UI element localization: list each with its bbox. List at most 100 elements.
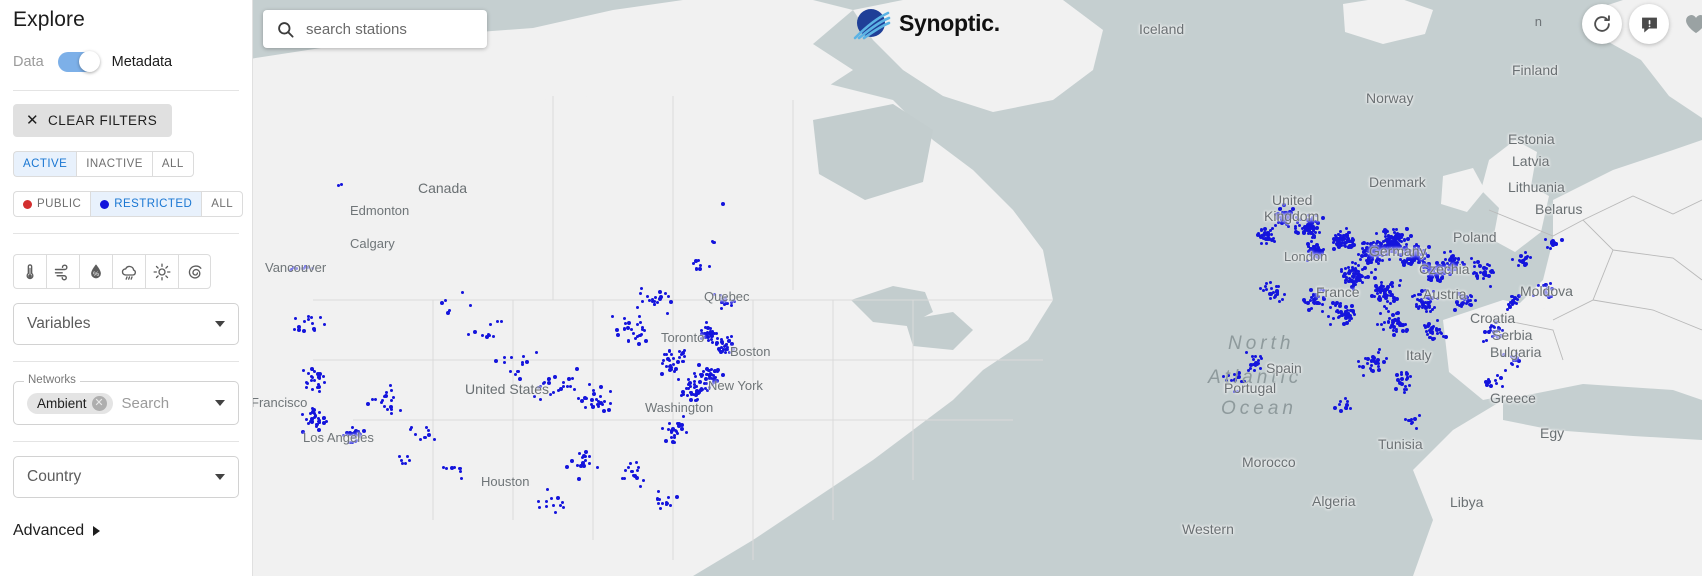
refresh-button[interactable]	[1582, 4, 1622, 44]
station-marker[interactable]	[468, 303, 472, 307]
station-marker[interactable]	[317, 410, 321, 414]
station-marker[interactable]	[1428, 299, 1432, 303]
station-marker[interactable]	[623, 469, 627, 473]
station-marker[interactable]	[657, 289, 662, 294]
station-search-box[interactable]: search stations	[263, 10, 487, 48]
hurricane-icon[interactable]	[178, 254, 211, 289]
station-marker[interactable]	[709, 338, 713, 342]
station-marker[interactable]	[725, 301, 729, 305]
station-marker[interactable]	[398, 454, 402, 458]
station-marker[interactable]	[312, 411, 316, 415]
station-marker[interactable]	[1445, 262, 1449, 266]
station-marker[interactable]	[1449, 268, 1454, 273]
station-marker[interactable]	[301, 369, 305, 373]
station-marker[interactable]	[295, 266, 299, 270]
station-marker[interactable]	[1487, 377, 1491, 381]
station-marker[interactable]	[697, 379, 702, 384]
station-marker[interactable]	[560, 500, 564, 504]
station-marker[interactable]	[1492, 325, 1496, 329]
station-marker[interactable]	[322, 381, 326, 385]
station-marker[interactable]	[1258, 286, 1262, 290]
station-marker[interactable]	[665, 311, 669, 315]
networks-select[interactable]: Networks Ambient ✕ Search	[13, 374, 239, 425]
station-marker[interactable]	[418, 438, 422, 442]
station-marker[interactable]	[594, 397, 598, 401]
station-marker[interactable]	[389, 411, 393, 415]
station-marker[interactable]	[1419, 298, 1423, 302]
station-marker[interactable]	[544, 504, 548, 508]
data-metadata-switch[interactable]	[57, 51, 100, 72]
station-marker[interactable]	[1328, 322, 1332, 326]
station-marker[interactable]	[499, 319, 503, 323]
variables-select[interactable]: Variables	[13, 303, 239, 345]
station-marker[interactable]	[1232, 377, 1237, 382]
station-marker[interactable]	[1309, 226, 1314, 231]
clear-filters-button[interactable]: ✕ CLEAR FILTERS	[13, 104, 173, 137]
country-select[interactable]: Country	[13, 456, 239, 498]
station-marker[interactable]	[1466, 298, 1471, 303]
station-marker[interactable]	[1486, 274, 1491, 279]
station-marker[interactable]	[1368, 241, 1373, 246]
station-marker[interactable]	[1483, 329, 1488, 334]
station-marker[interactable]	[1242, 380, 1246, 384]
station-marker[interactable]	[664, 364, 668, 368]
station-marker[interactable]	[1500, 329, 1504, 333]
station-marker[interactable]	[1440, 260, 1445, 265]
station-marker[interactable]	[634, 336, 638, 340]
station-marker[interactable]	[426, 432, 431, 437]
networks-search-input[interactable]: Search	[122, 395, 215, 412]
station-marker[interactable]	[392, 395, 396, 399]
station-marker[interactable]	[714, 343, 718, 346]
station-marker[interactable]	[403, 461, 407, 465]
station-marker[interactable]	[658, 497, 662, 501]
station-marker[interactable]	[1343, 266, 1347, 270]
access-filter-public[interactable]: PUBLIC	[13, 191, 91, 217]
station-marker[interactable]	[1441, 335, 1445, 339]
station-marker[interactable]	[316, 383, 320, 387]
station-marker[interactable]	[704, 331, 709, 336]
station-marker[interactable]	[351, 435, 355, 439]
station-marker[interactable]	[680, 393, 684, 397]
station-marker[interactable]	[666, 496, 670, 500]
station-marker[interactable]	[668, 299, 673, 304]
station-marker[interactable]	[460, 476, 463, 480]
station-marker[interactable]	[587, 382, 591, 386]
station-marker[interactable]	[1515, 364, 1519, 368]
station-marker[interactable]	[1344, 241, 1348, 245]
station-marker[interactable]	[432, 437, 436, 441]
station-marker[interactable]	[694, 267, 698, 271]
station-marker[interactable]	[1398, 257, 1402, 261]
station-marker[interactable]	[1248, 362, 1253, 367]
station-marker[interactable]	[640, 299, 644, 303]
humidity-percent-icon[interactable]: %	[79, 254, 112, 289]
station-marker[interactable]	[1461, 262, 1465, 266]
station-marker[interactable]	[1358, 257, 1362, 261]
station-marker[interactable]	[1485, 338, 1489, 342]
station-marker[interactable]	[1381, 328, 1385, 332]
station-marker[interactable]	[317, 427, 322, 432]
station-marker[interactable]	[642, 478, 646, 482]
station-marker[interactable]	[301, 328, 306, 333]
station-marker[interactable]	[1546, 295, 1551, 300]
station-marker[interactable]	[1504, 368, 1508, 372]
station-marker[interactable]	[351, 440, 355, 444]
station-marker[interactable]	[549, 496, 553, 500]
station-marker[interactable]	[1402, 259, 1406, 263]
advanced-toggle[interactable]: Advanced	[13, 522, 239, 540]
station-marker[interactable]	[1434, 328, 1439, 333]
station-marker[interactable]	[602, 408, 607, 413]
station-marker[interactable]	[317, 389, 321, 393]
station-marker[interactable]	[566, 376, 571, 381]
station-marker[interactable]	[458, 466, 462, 470]
station-marker[interactable]	[1559, 237, 1564, 242]
station-marker[interactable]	[565, 464, 570, 469]
station-marker[interactable]	[1416, 246, 1420, 250]
station-marker[interactable]	[537, 506, 541, 510]
station-marker[interactable]	[312, 329, 316, 333]
favorites-button[interactable]	[1676, 4, 1702, 44]
station-marker[interactable]	[1514, 351, 1518, 355]
station-marker[interactable]	[385, 407, 389, 411]
station-marker[interactable]	[1405, 237, 1410, 242]
station-marker[interactable]	[399, 408, 403, 412]
station-marker[interactable]	[310, 322, 314, 326]
